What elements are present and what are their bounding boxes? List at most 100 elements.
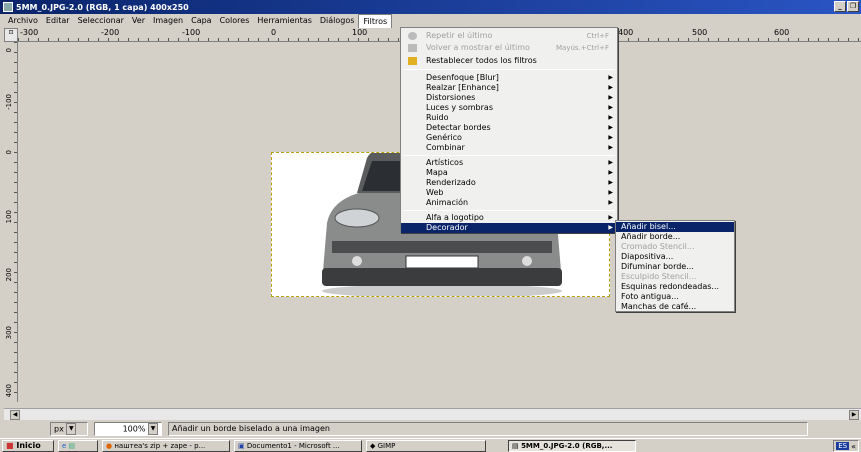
unit-select[interactable]: px ▼ — [50, 422, 88, 436]
zoom-select[interactable]: 100% ▼ — [94, 422, 162, 436]
ruler-label: -100 — [182, 28, 201, 37]
menu-capa[interactable]: Capa — [187, 14, 215, 28]
image-window-icon: ▤ — [512, 441, 519, 450]
menu-imagen[interactable]: Imagen — [149, 14, 187, 28]
menu-separator — [403, 155, 615, 156]
statusbar: px ▼ 100% ▼ Añadir un borde biselado a u… — [0, 420, 861, 438]
menu-item-round-corners[interactable]: Esquinas redondeadas... — [616, 282, 734, 292]
restore-button[interactable]: ❐ — [847, 1, 859, 12]
tray-expand-icon[interactable]: « — [851, 442, 856, 451]
menu-herramientas[interactable]: Herramientas — [253, 14, 316, 28]
horizontal-scrollbar[interactable]: ◀ ▶ — [4, 408, 861, 420]
task-button-image[interactable]: ▤ 5MM_0.JPG-2.0 (RGB,... — [508, 439, 636, 452]
menu-item-reshow-last[interactable]: Volver a mostrar el último Mayús.+Ctrl+F — [401, 43, 617, 53]
window-title: 5MM_0.JPG-2.0 (RGB, 1 capa) 400x250 — [16, 2, 189, 12]
menu-filtros[interactable]: Filtros — [358, 14, 393, 28]
ruler-corner-button[interactable]: ⊡ — [4, 28, 18, 42]
submenu-arrow-icon: ▶ — [608, 199, 613, 206]
menu-separator — [403, 69, 615, 70]
submenu-arrow-icon: ▶ — [608, 84, 613, 91]
menu-item-carve-stencil[interactable]: Esculpido Stencil... — [616, 272, 734, 282]
ruler-label: 0 — [5, 48, 13, 53]
ruler-label: 600 — [774, 28, 790, 37]
menu-item-render[interactable]: Renderizado ▶ — [401, 178, 617, 188]
menu-item-blur[interactable]: Desenfoque [Blur] ▶ — [401, 73, 617, 83]
menu-item-light-shadow[interactable]: Luces y sombras ▶ — [401, 103, 617, 113]
folder-icon[interactable]: ▤ — [69, 442, 76, 450]
ruler-label: 100 — [352, 28, 368, 37]
menu-dialogos[interactable]: Diálogos — [316, 14, 359, 28]
menu-item-reset-filters[interactable]: Restablecer todos los filtros — [401, 56, 617, 66]
menu-item-combine[interactable]: Combinar ▶ — [401, 143, 617, 153]
submenu-arrow-icon: ▶ — [608, 214, 613, 221]
ruler-label: 100 — [5, 210, 13, 224]
menu-archivo[interactable]: Archivo — [4, 14, 42, 28]
task-button-browser[interactable]: ● наштеа's zip + zape - p... — [102, 439, 230, 452]
menu-item-add-bevel[interactable]: Añadir bisel... — [616, 222, 734, 232]
menu-editar[interactable]: Editar — [42, 14, 74, 28]
repeat-icon — [408, 32, 417, 40]
ruler-label: 0 — [5, 150, 13, 155]
menu-item-repeat-last[interactable]: Repetir el último Ctrl+F — [401, 31, 617, 41]
quick-launch: e ▤ — [58, 439, 98, 452]
submenu-arrow-icon: ▶ — [608, 134, 613, 141]
chevron-down-icon: ▼ — [66, 423, 77, 435]
vertical-ruler: 0 -100 0 100 200 300 400 — [4, 42, 18, 402]
menu-item-distorts[interactable]: Distorsiones ▶ — [401, 93, 617, 103]
menu-item-fuzzy-border[interactable]: Difuminar borde... — [616, 262, 734, 272]
menu-item-alpha-to-logo[interactable]: Alfa a logotipo ▶ — [401, 213, 617, 223]
scroll-left-arrow-icon[interactable]: ◀ — [10, 410, 20, 420]
submenu-arrow-icon: ▶ — [608, 144, 613, 151]
windows-logo-icon: ■ — [6, 440, 14, 450]
menu-colores[interactable]: Colores — [216, 14, 254, 28]
submenu-arrow-icon: ▶ — [608, 169, 613, 176]
menu-item-generic[interactable]: Genérico ▶ — [401, 133, 617, 143]
menu-item-add-border[interactable]: Añadir borde... — [616, 232, 734, 242]
menu-item-slide[interactable]: Diapositiva... — [616, 252, 734, 262]
ie-icon[interactable]: e — [62, 442, 66, 450]
ruler-label: 300 — [5, 326, 13, 340]
windows-taskbar: ■ Inicio e ▤ ● наштеа's zip + zape - p..… — [0, 438, 861, 452]
submenu-arrow-icon: ▶ — [608, 74, 613, 81]
task-button-gimp[interactable]: ◆ GIMP — [366, 439, 486, 452]
browser-icon: ● — [106, 441, 113, 450]
menubar: Archivo Editar Seleccionar Ver Imagen Ca… — [0, 14, 861, 28]
submenu-arrow-icon: ▶ — [608, 179, 613, 186]
menu-item-coffee-stain[interactable]: Manchas de café... — [616, 302, 734, 312]
submenu-arrow-icon: ▶ — [608, 104, 613, 111]
submenu-arrow-icon: ▶ — [608, 224, 613, 231]
menu-item-decor[interactable]: Decorador ▶ — [401, 223, 617, 233]
reshow-icon — [408, 44, 417, 52]
word-icon: ▣ — [238, 441, 245, 450]
ruler-label: 0 — [271, 28, 277, 37]
menu-item-enhance[interactable]: Realzar [Enhance] ▶ — [401, 83, 617, 93]
ruler-label: 400 — [5, 384, 13, 398]
menu-separator — [403, 210, 615, 211]
menu-item-web[interactable]: Web ▶ — [401, 188, 617, 198]
decor-submenu: Añadir bisel... Añadir borde... Cromado … — [615, 220, 735, 312]
submenu-arrow-icon: ▶ — [608, 159, 613, 166]
language-indicator[interactable]: ES — [836, 442, 850, 450]
filters-dropdown-menu: Repetir el último Ctrl+F Volver a mostra… — [400, 27, 618, 233]
menu-seleccionar[interactable]: Seleccionar — [74, 14, 128, 28]
menu-item-old-photo[interactable]: Foto antigua... — [616, 292, 734, 302]
ruler-label: 200 — [5, 268, 13, 282]
minimize-button[interactable]: _ — [834, 1, 846, 12]
gimp-icon: ◆ — [370, 441, 376, 450]
menu-item-artistic[interactable]: Artísticos ▶ — [401, 158, 617, 168]
ruler-label: 500 — [692, 28, 708, 37]
menu-item-edge-detect[interactable]: Detectar bordes ▶ — [401, 123, 617, 133]
task-button-word[interactable]: ▣ Documento1 - Microsoft ... — [234, 439, 362, 452]
menu-item-noise[interactable]: Ruido ▶ — [401, 113, 617, 123]
menu-item-map[interactable]: Mapa ▶ — [401, 168, 617, 178]
menu-item-chrome-stencil[interactable]: Cromado Stencil... — [616, 242, 734, 252]
ruler-label: -300 — [20, 28, 39, 37]
menu-item-animation[interactable]: Animación ▶ — [401, 198, 617, 208]
window-titlebar: 5MM_0.JPG-2.0 (RGB, 1 capa) 400x250 _ ❐ — [0, 0, 861, 14]
start-button[interactable]: ■ Inicio — [2, 439, 54, 452]
menu-ver[interactable]: Ver — [128, 14, 149, 28]
status-message: Añadir un borde biselado a una imagen — [168, 422, 808, 436]
system-tray: ES « — [833, 440, 859, 452]
scroll-right-arrow-icon[interactable]: ▶ — [849, 410, 859, 420]
submenu-arrow-icon: ▶ — [608, 124, 613, 131]
